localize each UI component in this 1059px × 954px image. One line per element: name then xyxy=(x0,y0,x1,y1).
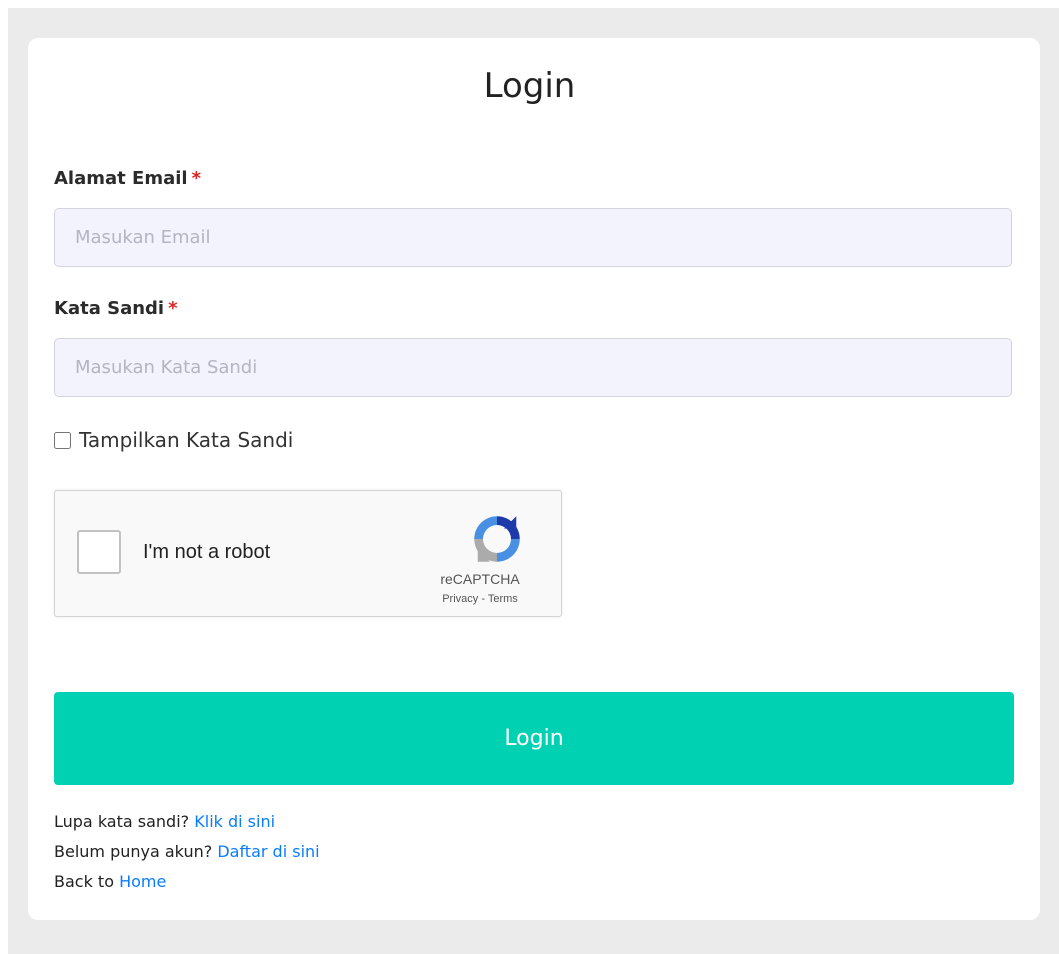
home-row: Back to Home xyxy=(54,870,320,900)
page-title: Login xyxy=(483,66,576,106)
recaptcha-brand: reCAPTCHA xyxy=(440,571,520,587)
recaptcha-links: Privacy - Terms xyxy=(415,593,545,605)
email-label-text: Alamat Email xyxy=(54,168,188,189)
required-mark: * xyxy=(168,298,178,319)
recaptcha-label: I'm not a robot xyxy=(143,541,271,563)
show-password-label: Tampilkan Kata Sandi xyxy=(79,428,294,452)
password-input[interactable] xyxy=(54,338,1012,397)
recaptcha-separator: - xyxy=(481,593,485,605)
recaptcha-privacy-link[interactable]: Privacy xyxy=(442,593,478,605)
home-link[interactable]: Home xyxy=(119,872,166,891)
email-label: Alamat Email * xyxy=(54,168,201,189)
register-row: Belum punya akun? Daftar di sini xyxy=(54,840,320,870)
forgot-password-row: Lupa kata sandi? Klik di sini xyxy=(54,810,320,840)
recaptcha-checkbox[interactable] xyxy=(77,530,121,574)
password-label-text: Kata Sandi xyxy=(54,298,165,319)
forgot-password-link[interactable]: Klik di sini xyxy=(194,812,275,831)
forgot-password-prefix: Lupa kata sandi? xyxy=(54,812,190,831)
home-prefix: Back to xyxy=(54,872,114,891)
email-input[interactable] xyxy=(54,208,1012,267)
recaptcha-terms-link[interactable]: Terms xyxy=(488,593,518,605)
login-button[interactable]: Login xyxy=(54,692,1014,785)
required-mark: * xyxy=(191,168,201,189)
password-label: Kata Sandi * xyxy=(54,298,178,319)
show-password-checkbox[interactable] xyxy=(54,431,71,449)
help-links: Lupa kata sandi? Klik di sini Belum puny… xyxy=(54,810,320,900)
recaptcha-widget: I'm not a robot reCAPTCHA Privacy - Term… xyxy=(54,490,562,617)
register-prefix: Belum punya akun? xyxy=(54,842,213,861)
show-password-toggle[interactable]: Tampilkan Kata Sandi xyxy=(54,426,293,454)
recaptcha-logo-icon xyxy=(474,516,520,562)
register-link[interactable]: Daftar di sini xyxy=(217,842,319,861)
